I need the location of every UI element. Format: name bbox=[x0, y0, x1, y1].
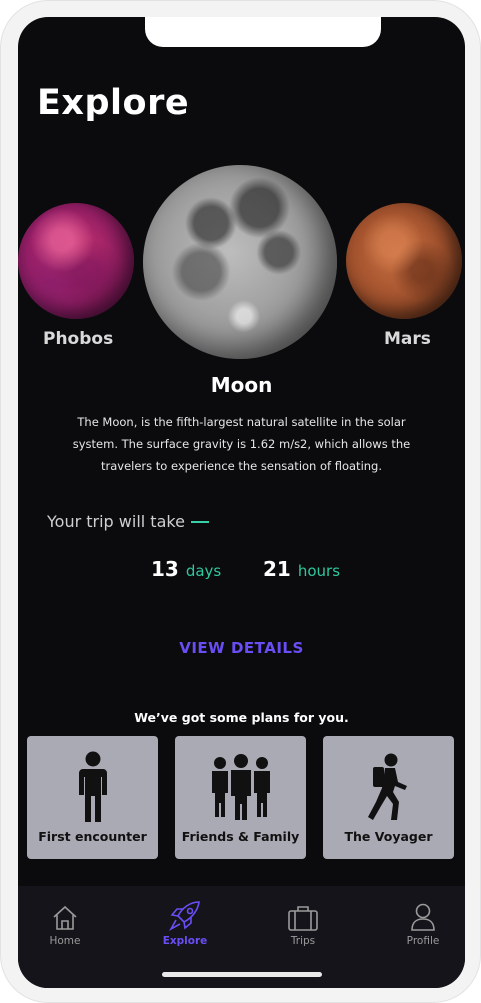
selected-planet-name: Moon bbox=[210, 373, 273, 397]
trip-duration-label-row: Your trip will take bbox=[47, 512, 209, 531]
plan-card-first-encounter[interactable]: First encounter bbox=[27, 736, 158, 859]
hiker-backpack-icon bbox=[323, 748, 454, 826]
plan-label: The Voyager bbox=[344, 829, 433, 844]
plan-card-friends-family[interactable]: Friends & Family bbox=[175, 736, 306, 859]
planet-description: The Moon, is the fifth-largest natural s… bbox=[72, 415, 411, 473]
planet-moon-image[interactable] bbox=[143, 165, 337, 359]
days-value: 13 bbox=[151, 557, 179, 581]
plan-label: First encounter bbox=[38, 829, 147, 844]
suitcase-icon bbox=[263, 900, 343, 932]
hours-value: 21 bbox=[263, 557, 291, 581]
plan-card-the-voyager[interactable]: The Voyager bbox=[323, 736, 454, 859]
trip-duration-label: Your trip will take bbox=[47, 512, 185, 531]
device-notch bbox=[145, 17, 381, 47]
planet-label-mars[interactable]: Mars bbox=[384, 329, 431, 349]
group-people-icon bbox=[175, 748, 306, 826]
planet-phobos-image[interactable] bbox=[18, 203, 134, 319]
tab-label: Explore bbox=[162, 935, 208, 947]
tab-label: Trips bbox=[290, 935, 316, 947]
tab-profile[interactable]: Profile bbox=[383, 900, 463, 947]
trip-hours: 21 hours bbox=[263, 557, 340, 581]
tab-explore[interactable]: Explore bbox=[145, 900, 225, 947]
planet-mars-image[interactable] bbox=[346, 203, 462, 319]
phone-frame: Explore Phobos Mars Moon The Moon, is th… bbox=[0, 0, 481, 1003]
tab-label: Home bbox=[49, 935, 81, 947]
single-person-icon bbox=[27, 748, 158, 826]
tab-label: Profile bbox=[406, 935, 440, 947]
person-icon bbox=[383, 900, 463, 932]
plan-label: Friends & Family bbox=[181, 829, 300, 844]
page-title: Explore bbox=[37, 83, 190, 123]
view-details-button[interactable]: VIEW DETAILS bbox=[18, 639, 465, 657]
plans-heading: We’ve got some plans for you. bbox=[134, 710, 349, 725]
rocket-icon bbox=[145, 900, 225, 932]
accent-dash bbox=[190, 520, 209, 523]
tab-trips[interactable]: Trips bbox=[263, 900, 343, 947]
app-screen: Explore Phobos Mars Moon The Moon, is th… bbox=[18, 17, 465, 988]
home-indicator[interactable] bbox=[162, 972, 322, 977]
tab-home[interactable]: Home bbox=[25, 900, 105, 947]
trip-days: 13 days bbox=[151, 557, 221, 581]
days-unit: days bbox=[185, 562, 222, 580]
plans-list: First encounter Friends & Family The Voy… bbox=[27, 736, 456, 859]
planet-label-phobos[interactable]: Phobos bbox=[43, 329, 113, 349]
hours-unit: hours bbox=[297, 562, 341, 580]
house-icon bbox=[25, 900, 105, 932]
